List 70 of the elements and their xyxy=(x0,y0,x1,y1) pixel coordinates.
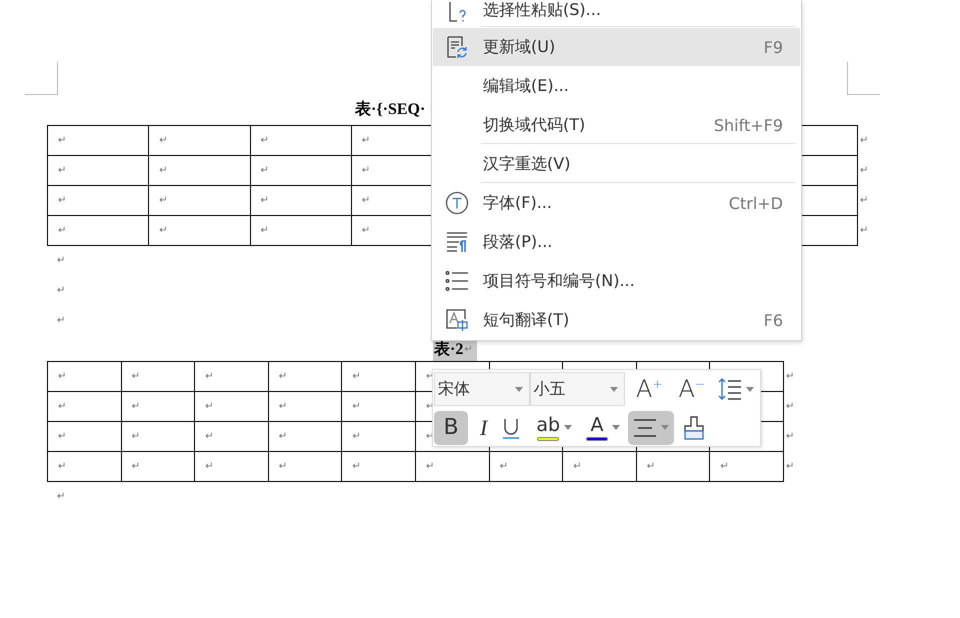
menu-item[interactable]: 段落(P)... xyxy=(433,223,800,261)
paragraph-mark: ↵ xyxy=(205,460,214,472)
paragraph-mark: ↵ xyxy=(205,400,214,412)
paragraph-mark: ↵ xyxy=(132,460,140,472)
paragraph-mark: ↵ xyxy=(58,370,66,382)
paragraph-mark: ↵ xyxy=(132,370,140,382)
paragraph-mark: ↵ xyxy=(352,460,361,472)
row-end-mark: ↵ xyxy=(786,461,794,473)
paragraph-mark: ↵ xyxy=(57,491,66,503)
font-name-dropdown[interactable]: 宋体 xyxy=(434,372,530,406)
shrink-font-label[interactable]: A$^{−}$ xyxy=(678,375,705,403)
paragraph-mark: ↵ xyxy=(159,164,168,176)
paragraph-mark: ↵ xyxy=(205,430,214,442)
paragraph-mark: ↵ xyxy=(58,400,66,412)
paragraph-mark: ↵ xyxy=(260,194,269,206)
paragraph-mark: ↵ xyxy=(278,460,288,472)
table-caption: 表·{·SEQ· xyxy=(355,100,426,120)
paragraph-mark: ↵ xyxy=(362,134,370,146)
paragraph-mark: ↵ xyxy=(159,134,168,146)
paragraph-mark: ↵ xyxy=(720,460,729,472)
paragraph-mark: ↵ xyxy=(58,224,66,236)
paragraph-mark: ↵ xyxy=(132,430,140,442)
paragraph-mark: ↵ xyxy=(260,224,269,236)
paragraph-mark: ↵ xyxy=(500,460,508,472)
paragraph-mark: ↵ xyxy=(58,134,66,146)
paragraph-mark: ↵ xyxy=(278,370,288,382)
paragraph-mark: ↵ xyxy=(58,460,66,472)
paragraph-mark: ↵ xyxy=(57,315,66,327)
paragraph-mark: ↵ xyxy=(260,164,269,176)
highlight-label[interactable]: ab xyxy=(536,414,560,434)
paragraph-mark: ↵ xyxy=(464,339,477,361)
paragraph-mark: ↵ xyxy=(362,164,370,176)
menu-item[interactable]: 更新域(U) F9 xyxy=(433,28,800,66)
row-end-mark: ↵ xyxy=(786,431,794,443)
menu-item[interactable]: 项目符号和编号(N)... xyxy=(433,262,800,300)
menu-item[interactable]: 短句翻译(T) F6 xyxy=(433,301,800,339)
bold-button[interactable]: B xyxy=(434,410,468,444)
row-end-mark: ↵ xyxy=(786,370,794,382)
paragraph-mark: ↵ xyxy=(58,194,66,206)
paragraph-mark: ↵ xyxy=(159,194,168,206)
row-end-mark: ↵ xyxy=(860,165,868,177)
paragraph-mark: ↵ xyxy=(362,224,370,236)
paragraph-mark: ↵ xyxy=(278,400,288,412)
table-caption: 表·2 xyxy=(433,339,464,361)
grow-font-label[interactable]: A$^{+}$ xyxy=(636,375,663,403)
paragraph-mark: ↵ xyxy=(132,400,140,412)
paragraph-mark: ↵ xyxy=(57,285,66,297)
row-end-mark: ↵ xyxy=(860,225,868,237)
paragraph-mark: ↵ xyxy=(278,430,288,442)
menu-item[interactable]: 编辑域(E)... xyxy=(433,67,800,105)
paragraph-mark: ↵ xyxy=(57,255,66,267)
paragraph-mark: ↵ xyxy=(352,370,361,382)
paragraph-mark: ↵ xyxy=(352,430,361,442)
paragraph-mark: ↵ xyxy=(646,460,656,472)
paragraph-mark: ↵ xyxy=(573,460,582,472)
italic-label[interactable]: I xyxy=(480,414,488,440)
font-size-dropdown[interactable]: 小五 xyxy=(530,372,626,406)
paragraph-mark: ↵ xyxy=(362,194,370,206)
paragraph-mark: ↵ xyxy=(205,370,214,382)
row-end-mark: ↵ xyxy=(860,195,868,207)
paragraph-mark: ↵ xyxy=(159,224,168,236)
paragraph-mark: ↵ xyxy=(352,400,361,412)
paragraph-mark: ↵ xyxy=(260,134,269,146)
paragraph-mark: ↵ xyxy=(58,164,66,176)
paragraph-mark: ↵ xyxy=(58,430,66,442)
row-end-mark: ↵ xyxy=(860,134,868,146)
menu-item[interactable]: 字体(F)... Ctrl+D xyxy=(433,184,800,222)
font-color-label[interactable]: A xyxy=(590,414,604,434)
row-end-mark: ↵ xyxy=(786,401,794,413)
paragraph-mark: ↵ xyxy=(426,460,434,472)
